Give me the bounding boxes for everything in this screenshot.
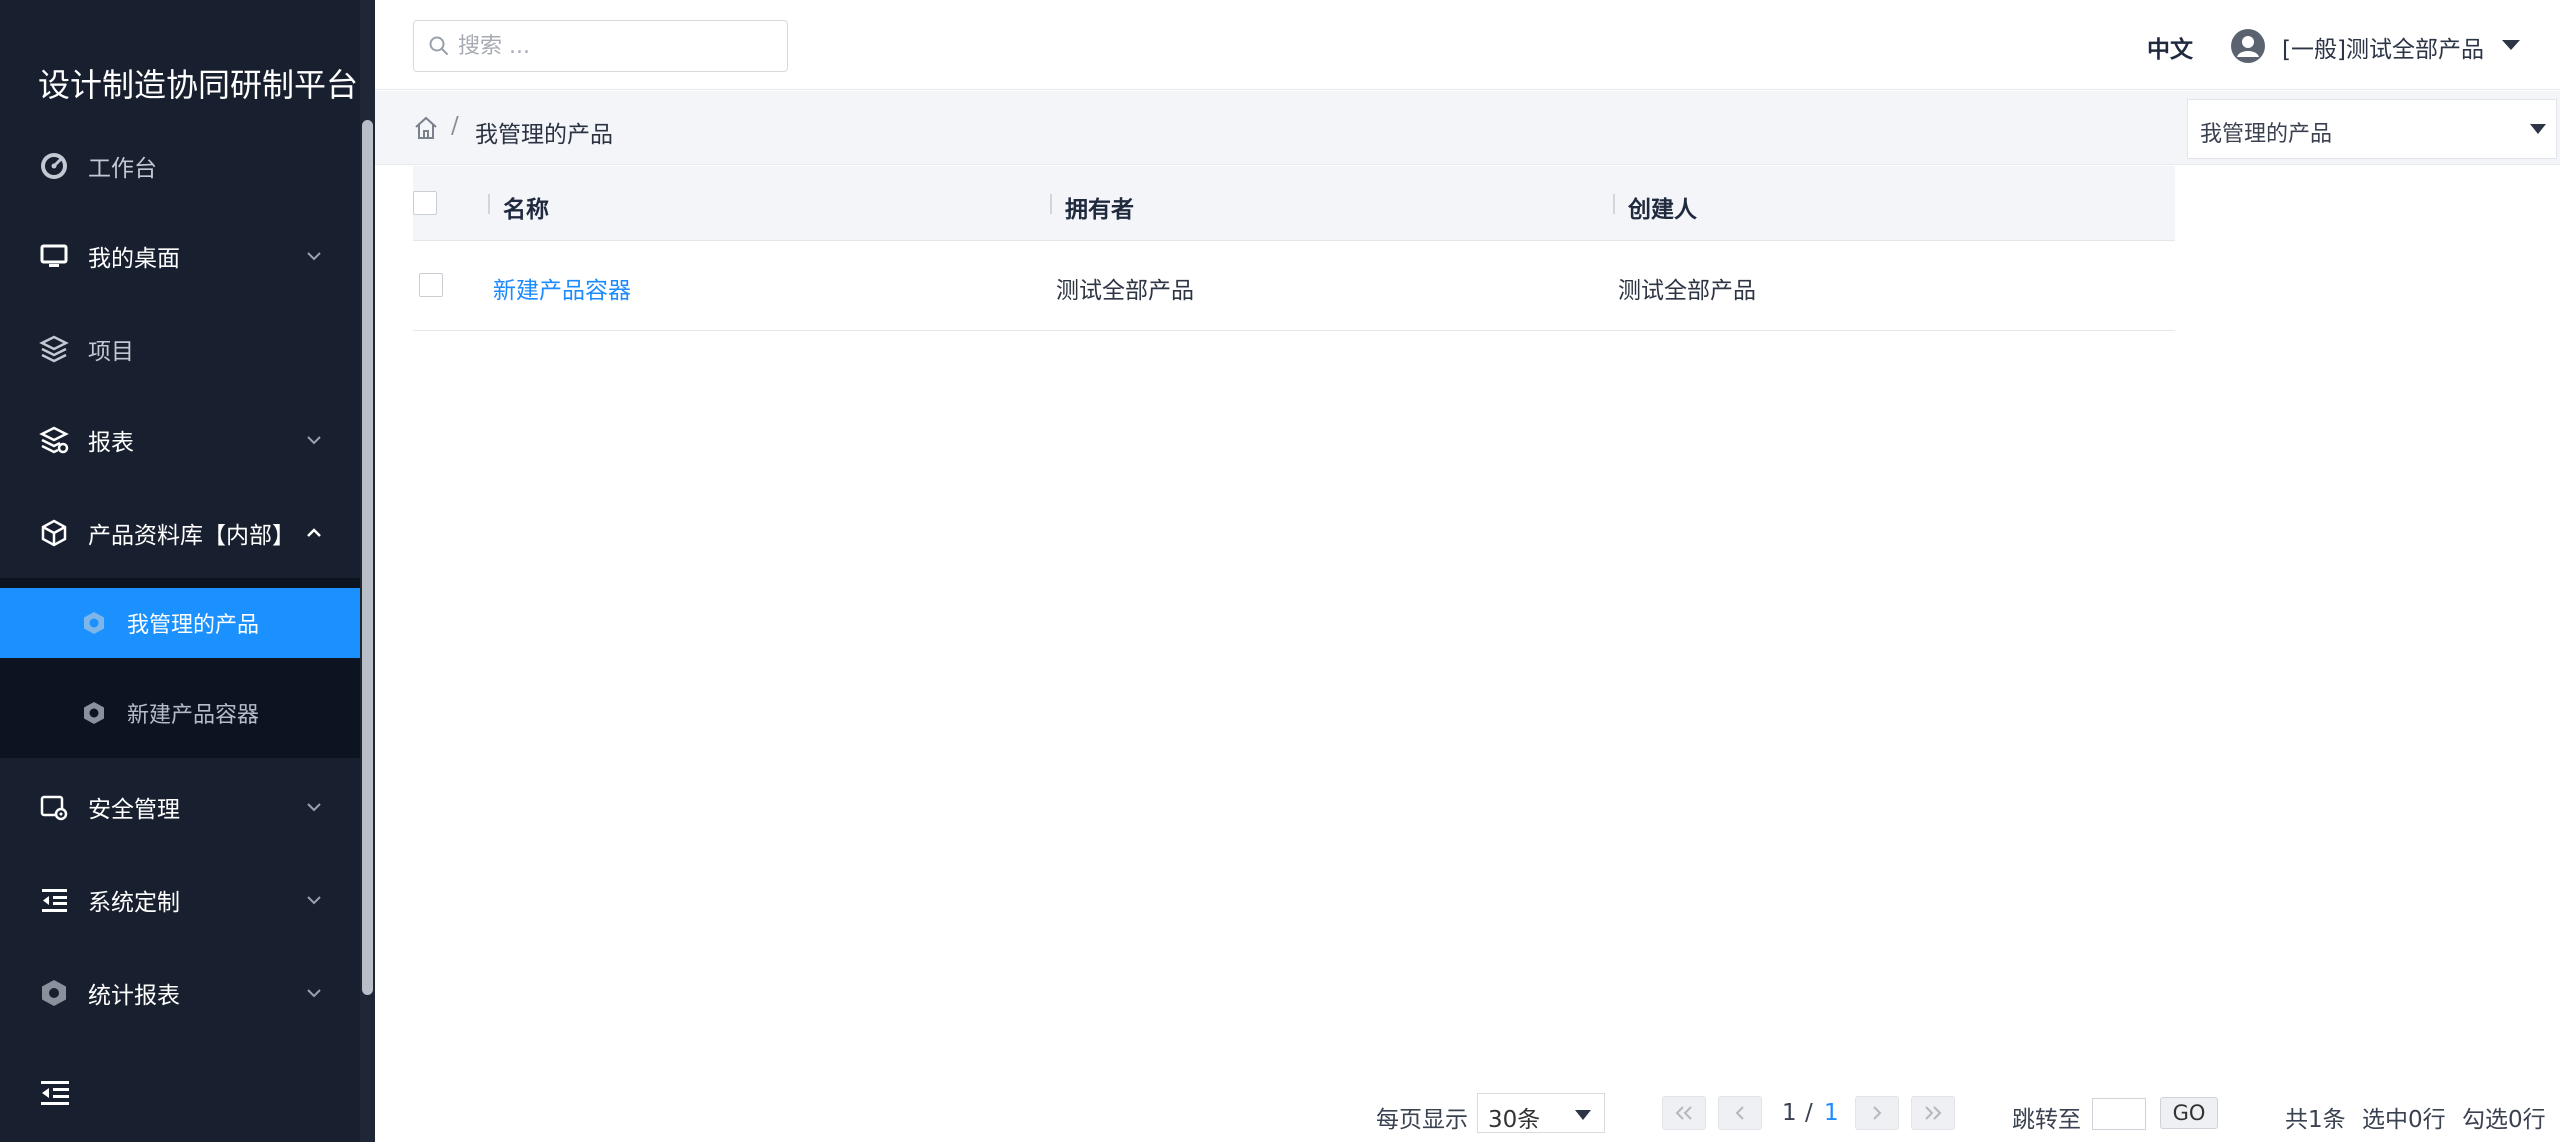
language-switch[interactable]: 中文 [2147, 30, 2193, 64]
sidebar-item-label: 产品资料库【内部】 [88, 523, 295, 549]
user-name[interactable]: [一般]测试全部产品 [2282, 30, 2484, 64]
double-chevron-right-icon [1925, 1106, 1942, 1120]
table-row[interactable]: 新建产品容器 测试全部产品 测试全部产品 [413, 241, 2175, 331]
column-divider [1050, 194, 1052, 214]
column-divider [488, 194, 490, 214]
table-header: 名称 拥有者 创建人 [413, 166, 2175, 241]
column-header-name[interactable]: 名称 [503, 190, 549, 224]
security-settings-icon [38, 791, 70, 823]
column-header-creator[interactable]: 创建人 [1628, 190, 1697, 224]
sidebar-item-my-desktop[interactable]: 我的桌面 [0, 211, 360, 301]
owner-cell: 测试全部产品 [1056, 278, 1194, 304]
chevron-down-icon [302, 888, 326, 912]
chevron-up-icon [302, 521, 326, 545]
sidebar-item-label: 系统定制 [88, 890, 180, 916]
monitor-icon [38, 240, 70, 272]
app-title: 设计制造协同研制平台 [38, 66, 359, 104]
breadcrumb: / 我管理的产品 我管理的产品 [375, 91, 2560, 165]
selected-count: 选中0行 [2362, 1107, 2446, 1133]
home-icon[interactable] [413, 115, 439, 141]
sidebar-subitem-label: 新建产品容器 [127, 703, 260, 728]
sidebar-item-projects[interactable]: 项目 [0, 304, 360, 394]
chevron-right-icon [1873, 1106, 1882, 1120]
view-select-value: 我管理的产品 [2200, 122, 2333, 147]
column-header-owner[interactable]: 拥有者 [1065, 190, 1134, 224]
column-divider [1613, 194, 1615, 214]
creator-cell: 测试全部产品 [1618, 278, 1756, 304]
page-size-select[interactable]: 30条 [1477, 1093, 1605, 1133]
current-page: 1 [1782, 1100, 1797, 1126]
chevron-down-icon [302, 795, 326, 819]
breadcrumb-separator: / [451, 113, 459, 139]
per-page-label: 每页显示 [1376, 1107, 1468, 1133]
page-size-value: 30条 [1488, 1107, 1541, 1133]
breadcrumb-current: 我管理的产品 [475, 122, 613, 148]
avatar[interactable] [2230, 28, 2266, 64]
checked-count: 勾选0行 [2462, 1107, 2546, 1133]
dashboard-icon [38, 150, 70, 182]
next-page-button[interactable] [1855, 1096, 1899, 1130]
go-button[interactable]: GO [2160, 1097, 2218, 1129]
sidebar-subitem-new-container[interactable]: 新建产品容器 [0, 678, 360, 748]
sidebar-item-reports[interactable]: 报表 [0, 395, 360, 485]
sidebar-item-system-custom[interactable]: 系统定制 [0, 855, 360, 945]
chevron-down-icon [302, 244, 326, 268]
jump-page-input[interactable] [2092, 1098, 2146, 1130]
sidebar-subitem-my-products[interactable]: 我管理的产品 [0, 588, 360, 658]
sidebar-item-label: 报表 [88, 430, 134, 456]
first-page-button[interactable] [1662, 1096, 1706, 1130]
page-separator: / [1805, 1100, 1813, 1126]
sidebar-item-label: 安全管理 [88, 797, 180, 823]
top-bar: 中文 [一般]测试全部产品 [375, 0, 2560, 90]
sidebar-item-workbench[interactable]: 工作台 [0, 121, 360, 211]
cube-icon [38, 517, 70, 549]
search-icon [429, 36, 448, 55]
sidebar: 设计制造协同研制平台 工作台 我的桌面 项目 报表 产品资料库【内部】 我管理的… [0, 0, 375, 1142]
caret-down-icon [1575, 1110, 1591, 1120]
hexagon-icon [80, 609, 108, 637]
collapse-sidebar-button[interactable] [38, 1078, 72, 1112]
chevron-down-icon [302, 981, 326, 1005]
sidebar-subitem-label: 我管理的产品 [127, 613, 260, 638]
product-name-link[interactable]: 新建产品容器 [493, 271, 631, 305]
jump-label: 跳转至 [2012, 1107, 2081, 1133]
total-count: 共1条 [2285, 1107, 2346, 1133]
last-page-button[interactable] [1911, 1096, 1955, 1130]
layers-icon [38, 333, 70, 365]
sidebar-scroll-thumb[interactable] [362, 120, 373, 995]
double-chevron-left-icon [1675, 1106, 1692, 1120]
indent-list-icon [39, 1077, 71, 1113]
sidebar-item-label: 项目 [88, 339, 134, 365]
view-select[interactable]: 我管理的产品 [2187, 99, 2557, 159]
sidebar-item-label: 统计报表 [88, 983, 180, 1009]
sidebar-item-label: 工作台 [88, 156, 157, 182]
sidebar-item-security[interactable]: 安全管理 [0, 762, 360, 852]
caret-down-icon [2530, 124, 2546, 134]
chevron-left-icon [1735, 1106, 1744, 1120]
indent-list-icon [38, 884, 70, 916]
hexagon-icon [38, 977, 70, 1009]
total-pages: 1 [1824, 1100, 1839, 1126]
hexagon-icon [80, 699, 108, 727]
row-checkbox[interactable] [419, 273, 443, 297]
sidebar-item-statistics[interactable]: 统计报表 [0, 948, 360, 1038]
app-root: 设计制造协同研制平台 工作台 我的桌面 项目 报表 产品资料库【内部】 我管理的… [0, 0, 2560, 1142]
select-all-checkbox[interactable] [413, 191, 437, 215]
prev-page-button[interactable] [1718, 1096, 1762, 1130]
search-input[interactable] [458, 29, 778, 63]
search-box[interactable] [413, 20, 788, 72]
sidebar-item-label: 我的桌面 [88, 246, 180, 272]
layers-gear-icon [38, 424, 70, 456]
products-table: 名称 拥有者 创建人 新建产品容器 测试全部产品 测试全部产品 [413, 166, 2175, 331]
sidebar-item-product-library[interactable]: 产品资料库【内部】 [0, 488, 360, 578]
chevron-down-icon [302, 428, 326, 452]
caret-down-icon[interactable] [2500, 37, 2522, 53]
